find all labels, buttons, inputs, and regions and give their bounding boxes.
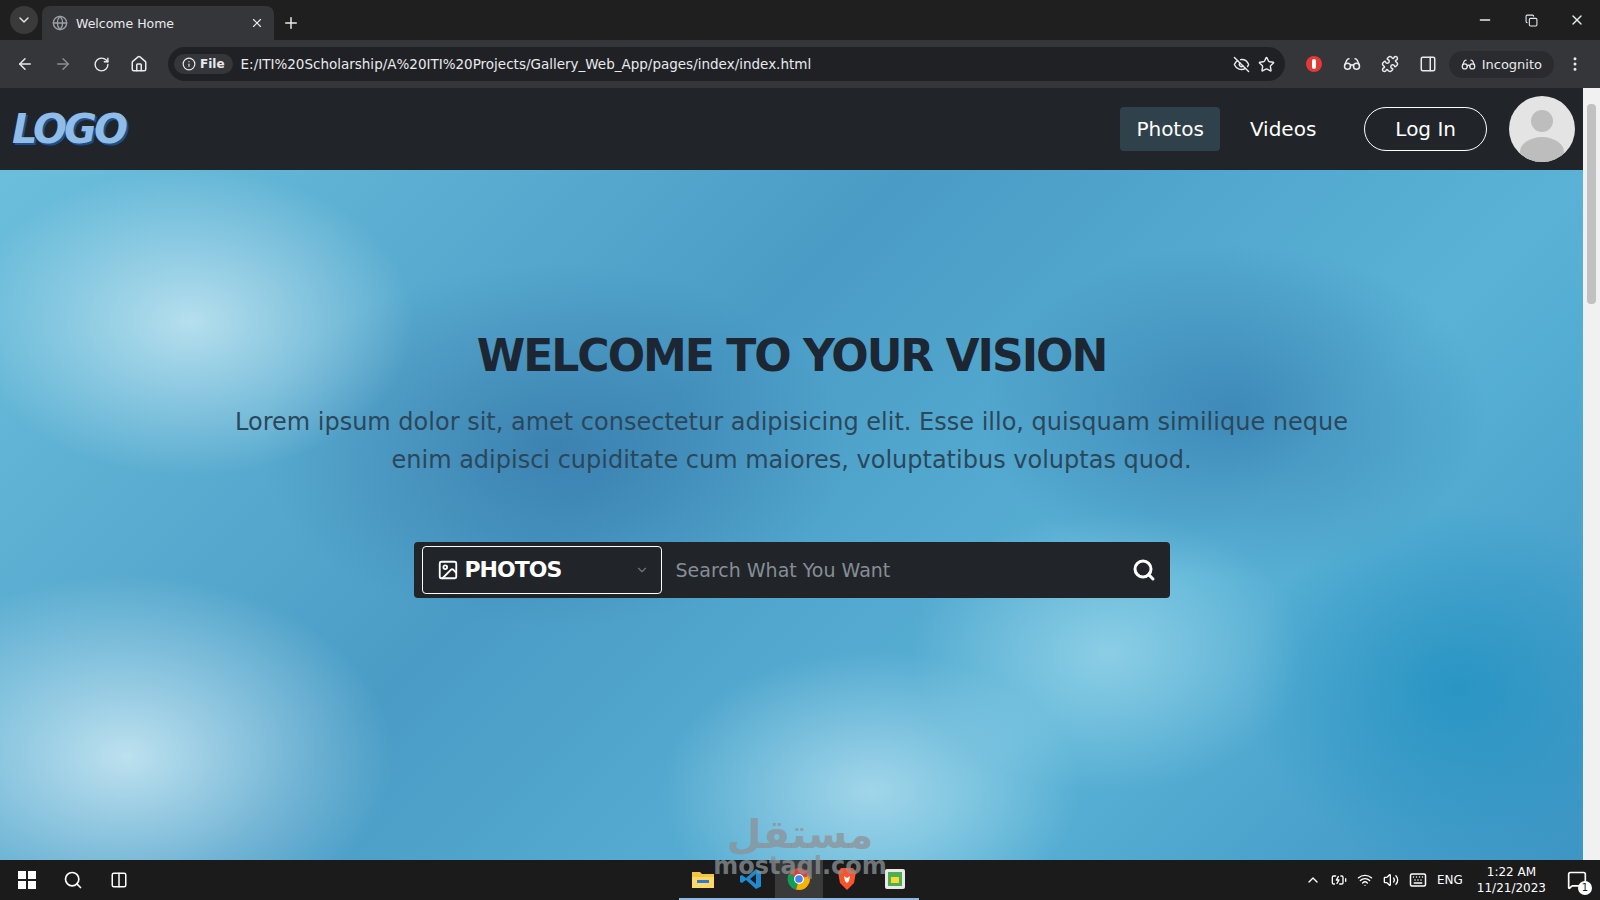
hero-text: Lorem ipsum dolor sit, amet consectetur … xyxy=(212,403,1372,480)
chevron-up-icon[interactable] xyxy=(1305,872,1321,888)
hero: WELCOME TO YOUR VISION Lorem ipsum dolor … xyxy=(0,170,1583,860)
more-icon xyxy=(1566,55,1584,73)
side-panel-icon xyxy=(1419,55,1437,73)
extension-button[interactable] xyxy=(1335,47,1369,81)
reload-button[interactable] xyxy=(84,47,118,81)
taskbar: ENG 1:22 AM11/21/2023 1 xyxy=(0,860,1600,900)
extension-icon xyxy=(1305,55,1323,73)
plus-icon xyxy=(282,14,300,32)
new-tab-button[interactable] xyxy=(274,6,308,40)
close-icon[interactable] xyxy=(250,16,264,30)
extension-button[interactable] xyxy=(1297,47,1331,81)
system-tray: ENG 1:22 AM11/21/2023 1 xyxy=(919,863,1600,897)
star-icon[interactable] xyxy=(1258,56,1275,73)
page: LOGO Photos Videos Log In WELCOME TO YOUR VI… xyxy=(0,88,1583,860)
minimize-icon xyxy=(1477,12,1493,28)
side-panel-button[interactable] xyxy=(1411,47,1445,81)
address-bar[interactable]: File E:/ITI%20Scholarship/A%20ITI%20Proje… xyxy=(168,47,1285,81)
site-info-chip[interactable]: File xyxy=(174,54,233,74)
scrollbar[interactable] xyxy=(1583,88,1600,860)
chrome-icon xyxy=(787,867,811,891)
home-button[interactable] xyxy=(122,47,156,81)
close-window-icon xyxy=(1569,12,1585,28)
tab-search-button[interactable] xyxy=(10,6,38,34)
menu-button[interactable] xyxy=(1558,47,1592,81)
forward-button[interactable] xyxy=(46,47,80,81)
notifications-button[interactable]: 1 xyxy=(1560,863,1594,897)
home-icon xyxy=(130,55,148,73)
start-button[interactable] xyxy=(4,860,50,900)
taskbar-app[interactable] xyxy=(823,860,871,900)
taskbar-app[interactable] xyxy=(775,860,823,900)
notification-badge: 1 xyxy=(1578,881,1592,895)
search-icon xyxy=(63,870,83,890)
battery-icon[interactable] xyxy=(1331,872,1347,888)
scroll-thumb[interactable] xyxy=(1587,104,1596,304)
app-icon xyxy=(884,868,906,890)
info-icon xyxy=(182,57,196,71)
wifi-icon[interactable] xyxy=(1357,872,1373,888)
browser-tab[interactable]: Welcome Home xyxy=(42,6,274,40)
task-view-button[interactable] xyxy=(96,860,142,900)
minimize-button[interactable] xyxy=(1462,0,1508,40)
chevron-down-icon xyxy=(635,563,649,577)
taskbar-app[interactable] xyxy=(727,860,775,900)
windows-icon xyxy=(18,871,36,889)
brave-icon xyxy=(836,867,858,891)
browser-toolbar: File E:/ITI%20Scholarship/A%20ITI%20Proje… xyxy=(0,40,1600,88)
search-input[interactable] xyxy=(670,551,1124,589)
nav-links: Photos Videos Log In xyxy=(1120,96,1575,162)
taskbar-app[interactable] xyxy=(871,860,919,900)
incognito-icon xyxy=(1461,57,1476,72)
vscode-icon xyxy=(739,867,763,891)
language-indicator[interactable]: ENG xyxy=(1437,873,1463,887)
restore-icon xyxy=(1525,14,1538,27)
extensions-button[interactable] xyxy=(1373,47,1407,81)
globe-icon xyxy=(52,15,68,31)
category-label: PHOTOS xyxy=(465,557,629,582)
back-button[interactable] xyxy=(8,47,42,81)
nav-link[interactable]: Photos xyxy=(1120,107,1219,151)
page-viewport: LOGO Photos Videos Log In WELCOME TO YOUR VI… xyxy=(0,88,1600,860)
eye-off-icon[interactable] xyxy=(1233,56,1250,73)
logo[interactable]: LOGO xyxy=(8,106,129,152)
image-icon xyxy=(437,559,459,581)
reload-icon xyxy=(93,56,110,73)
nav-link[interactable]: Videos xyxy=(1234,107,1332,151)
url-text[interactable]: E:/ITI%20Scholarship/A%20ITI%20Projects/… xyxy=(241,56,1225,72)
profile-button[interactable]: Incognito xyxy=(1449,51,1554,78)
arrow-right-icon xyxy=(54,55,72,73)
navbar: LOGO Photos Videos Log In xyxy=(0,88,1583,170)
taskbar-apps xyxy=(679,860,919,900)
user-icon xyxy=(1509,96,1575,162)
avatar[interactable] xyxy=(1509,96,1575,162)
task-view-icon xyxy=(110,871,128,889)
search-button[interactable] xyxy=(50,860,96,900)
puzzle-icon xyxy=(1381,55,1399,73)
tab-strip: Welcome Home xyxy=(0,0,1600,40)
keyboard-icon[interactable] xyxy=(1409,871,1427,889)
file-explorer-icon xyxy=(691,868,715,890)
search-bar: PHOTOS xyxy=(414,542,1170,598)
restore-button[interactable] xyxy=(1508,0,1554,40)
clock[interactable]: 1:22 AM11/21/2023 xyxy=(1473,864,1550,896)
watermark: مستقلmostaql.com xyxy=(713,814,887,878)
chevron-down-icon xyxy=(16,12,32,28)
close-window-button[interactable] xyxy=(1554,0,1600,40)
login-button[interactable]: Log In xyxy=(1364,107,1487,151)
volume-icon[interactable] xyxy=(1383,872,1399,888)
category-select[interactable]: PHOTOS xyxy=(422,546,662,594)
search-icon[interactable] xyxy=(1132,558,1156,582)
tab-title: Welcome Home xyxy=(76,16,242,31)
hero-title: WELCOME TO YOUR VISION xyxy=(477,330,1107,381)
taskbar-app[interactable] xyxy=(679,860,727,900)
arrow-left-icon xyxy=(16,55,34,73)
desktop: Welcome Home File E:/ITI%20Scholarship/A%2… xyxy=(0,0,1600,900)
glasses-icon xyxy=(1343,55,1361,73)
